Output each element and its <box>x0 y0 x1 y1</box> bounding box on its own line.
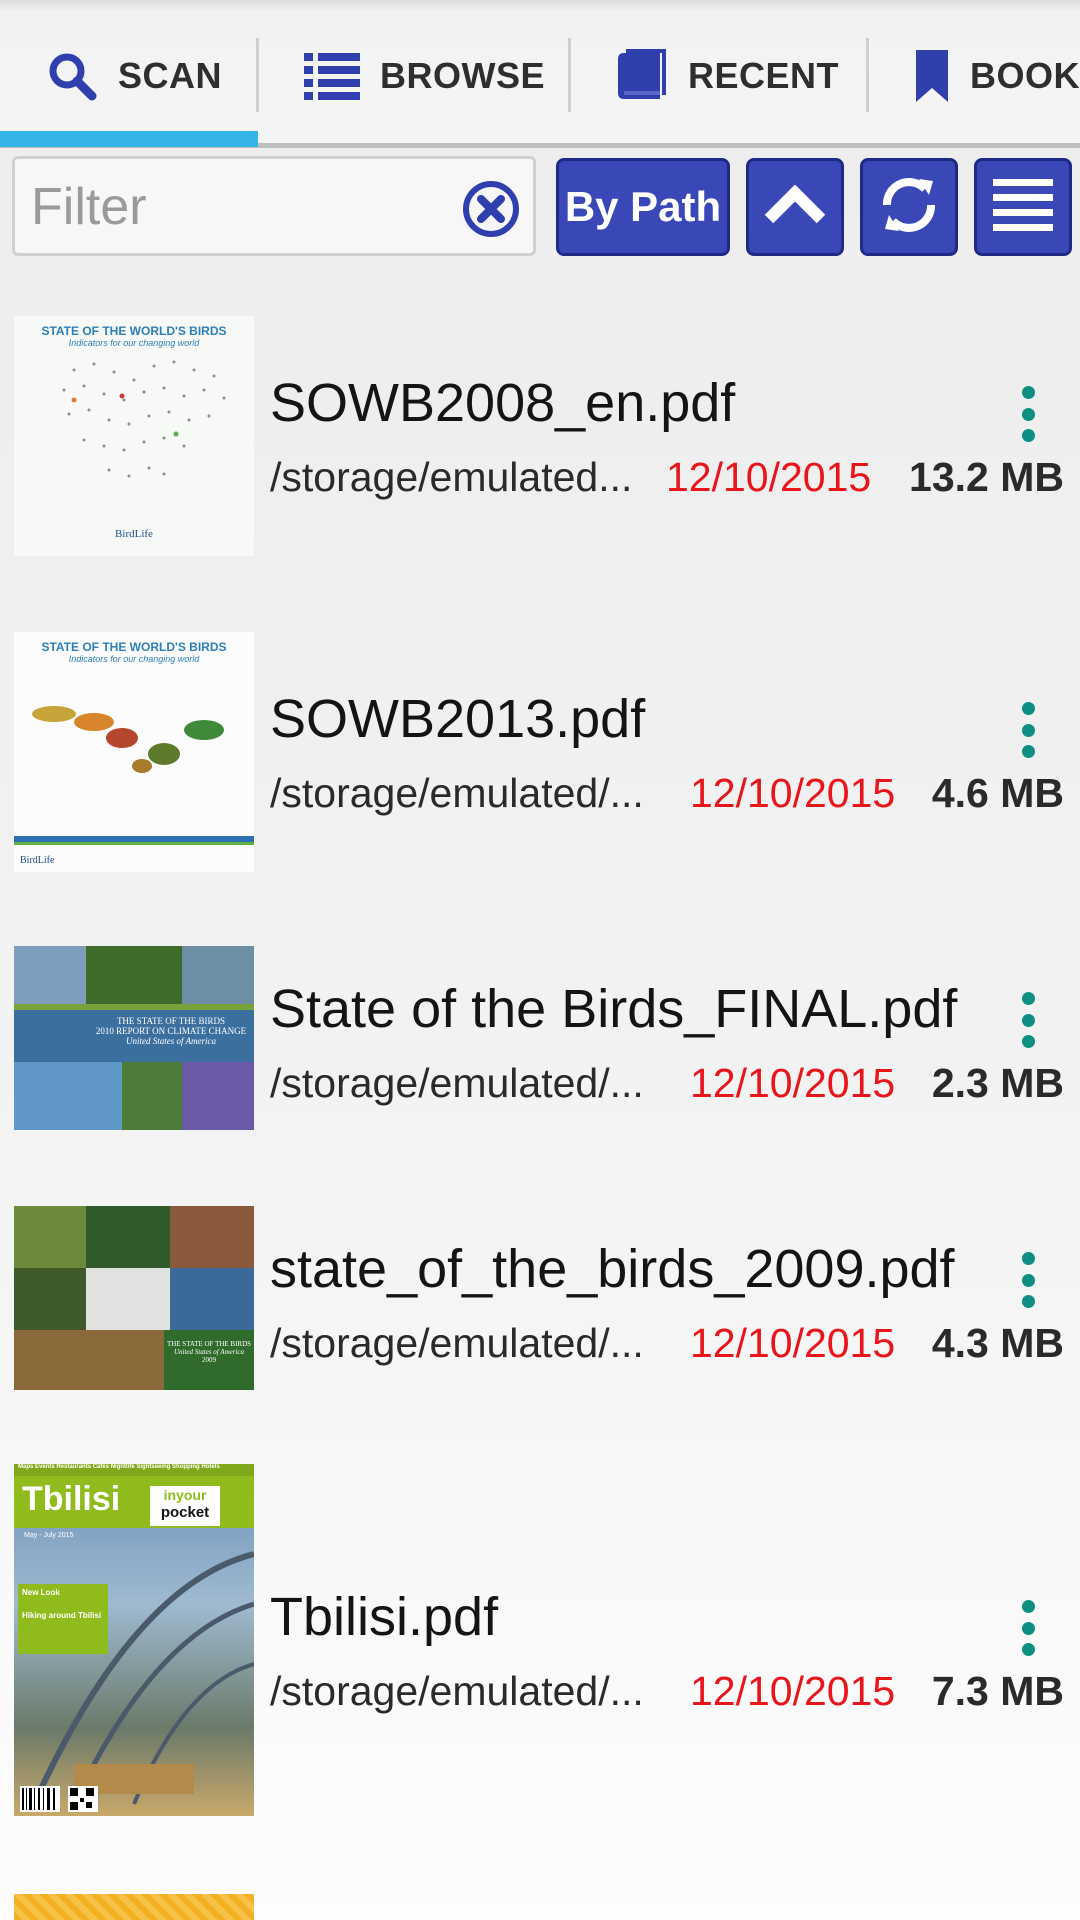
file-size: 7.3 MB <box>931 1668 1064 1714</box>
cover-tagline: 2009 <box>202 1356 216 1364</box>
file-date: 12/10/2015 <box>690 1060 896 1106</box>
birdlife-logo: BirdLife <box>20 855 55 866</box>
bridge-photo <box>20 1551 254 1812</box>
more-options-icon[interactable] <box>1012 386 1044 442</box>
file-size: 4.6 MB <box>931 770 1064 816</box>
menu-icon <box>993 177 1053 238</box>
cover-title: STATE OF THE WORLD'S BIRDS <box>41 640 227 654</box>
cover-photo-strip <box>14 1062 254 1130</box>
filter-input[interactable] <box>29 173 463 241</box>
file-path: /storage/emulated/... <box>270 770 644 816</box>
list-icon <box>304 51 360 101</box>
file-name: state_of_the_birds_2009.pdf <box>270 1239 955 1299</box>
more-options-icon[interactable] <box>1012 702 1044 758</box>
file-path: /storage/emulated/... <box>270 1668 644 1714</box>
bookmark-icon <box>914 48 950 104</box>
more-options-icon[interactable] <box>1012 1252 1044 1308</box>
tab-label: SCAN <box>118 55 223 96</box>
pdf-thumbnail: STATE OF THE WORLD'S BIRDS Indicators fo… <box>14 632 254 872</box>
file-path: /storage/emulated/... <box>270 1320 644 1366</box>
chevron-up-icon <box>763 184 827 230</box>
list-item[interactable]: STATE OF THE WORLD'S BIRDS Indicators fo… <box>0 300 1080 580</box>
sort-by-path-button[interactable]: By Path <box>556 158 730 256</box>
tab-recent[interactable]: RECENT <box>616 30 839 122</box>
list-item[interactable]: Maps Events Restaurants Cafés Nightlife … <box>0 1450 1080 1830</box>
tab-label: BOOKM <box>970 55 1080 96</box>
refresh-button[interactable] <box>860 158 958 256</box>
file-date: 12/10/2015 <box>690 1668 896 1714</box>
file-size: 2.3 MB <box>931 1060 1064 1106</box>
cover-photo-strip <box>14 946 254 1004</box>
file-name: Tbilisi.pdf <box>270 1587 499 1647</box>
refresh-icon <box>875 171 943 244</box>
file-date: 12/10/2015 <box>690 770 896 816</box>
pdf-thumbnail: THE STATE OF THE BIRDS United States of … <box>14 1206 254 1390</box>
clear-filter-icon[interactable] <box>461 179 521 239</box>
pdf-thumbnail: Maps Events Restaurants Cafés Nightlife … <box>14 1464 254 1816</box>
menu-button[interactable] <box>974 158 1072 256</box>
tab-scan[interactable]: SCAN <box>46 30 222 122</box>
tab-divider <box>256 38 259 112</box>
cover-stripe <box>14 1004 254 1010</box>
list-item[interactable]: THE STATE OF THE BIRDS 2010 REPORT ON CL… <box>0 930 1080 1150</box>
file-size: 4.3 MB <box>931 1320 1064 1366</box>
file-name: State of the Birds_FINAL.pdf <box>270 979 958 1039</box>
up-button[interactable] <box>746 158 844 256</box>
pdf-thumbnail: STATE OF THE WORLD'S BIRDS Indicators fo… <box>14 316 254 556</box>
tab-bar: SCAN BROWSE RECENT BOOKM <box>0 0 1080 148</box>
sort-label: By Path <box>564 183 722 230</box>
cover-photo-strip <box>14 1330 164 1390</box>
cover-title: STATE OF THE WORLD'S BIRDS <box>41 324 227 338</box>
tab-active-indicator <box>0 131 258 147</box>
tab-label: BROWSE <box>380 55 545 96</box>
more-options-icon[interactable] <box>1012 992 1044 1048</box>
tab-divider <box>866 38 869 112</box>
tab-divider <box>568 38 571 112</box>
pdf-thumbnail-partial <box>14 1894 254 1920</box>
tab-browse[interactable]: BROWSE <box>304 30 545 122</box>
more-options-icon[interactable] <box>1012 1600 1044 1656</box>
list-item[interactable]: THE STATE OF THE BIRDS United States of … <box>0 1190 1080 1410</box>
search-icon <box>46 50 98 102</box>
tab-label: RECENT <box>688 55 840 96</box>
cover-title: THE STATE OF THE BIRDS <box>116 1016 226 1026</box>
pdf-thumbnail: THE STATE OF THE BIRDS 2010 REPORT ON CL… <box>14 946 254 1130</box>
cover-title: THE STATE OF THE BIRDS <box>166 1340 252 1348</box>
list-item[interactable]: STATE OF THE WORLD'S BIRDS Indicators fo… <box>0 616 1080 896</box>
file-name: SOWB2013.pdf <box>270 689 646 749</box>
file-path: /storage/emulated/... <box>270 1060 644 1106</box>
book-icon <box>616 47 668 105</box>
file-size: 13.2 MB <box>909 454 1064 500</box>
cover-tagline: United States of America <box>125 1036 217 1046</box>
cover-subtitle: Indicators for our changing world <box>68 654 200 664</box>
cover-subtitle: 2010 REPORT ON CLIMATE CHANGE <box>95 1026 247 1036</box>
cover-photo-strip <box>14 1206 254 1268</box>
file-path: /storage/emulated... <box>270 454 633 500</box>
file-date: 12/10/2015 <box>666 454 872 500</box>
cover-subtitle: United States of America <box>173 1348 245 1356</box>
cover-subtitle: Indicators for our changing world <box>68 338 200 348</box>
filter-box <box>12 156 536 256</box>
bird-scatter-image <box>62 360 226 478</box>
file-date: 12/10/2015 <box>690 1320 896 1366</box>
cover-photo-strip <box>14 1268 254 1330</box>
tab-bookmarks[interactable]: BOOKM <box>914 30 1080 122</box>
file-name: SOWB2008_en.pdf <box>270 373 736 433</box>
birds-illustration <box>32 706 224 773</box>
cover-stripe <box>14 842 254 845</box>
birdlife-logo: BirdLife <box>115 528 153 540</box>
